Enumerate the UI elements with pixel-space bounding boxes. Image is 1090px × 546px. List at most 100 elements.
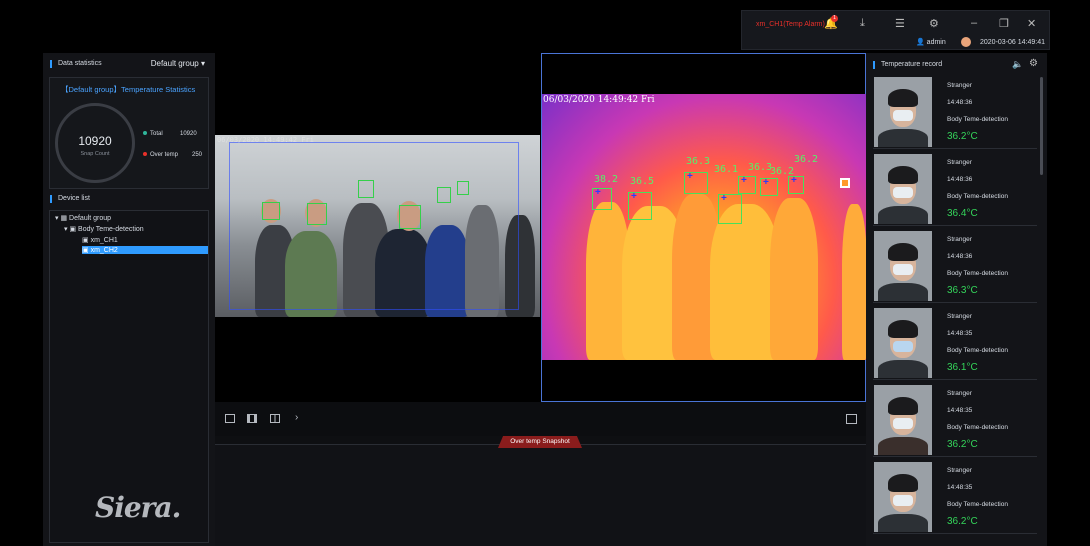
temp-label: 36.2	[794, 154, 819, 165]
camera-feed-visible[interactable]: 06/03/2020 14:49:42 Fri	[215, 135, 540, 317]
tree-node-ch2[interactable]: ▣ xm_CH2	[82, 246, 208, 254]
temperature-record-header: Temperature record 🔈 ⚙	[866, 55, 1038, 75]
gear-icon[interactable]: ⚙	[929, 17, 939, 30]
record-time: 14:48:36	[947, 99, 973, 106]
face-photo	[874, 385, 932, 455]
thermal-box	[738, 175, 756, 194]
over-value: 250	[192, 152, 203, 158]
record-temp: 36.2°C	[947, 131, 978, 142]
record-time: 14:48:35	[947, 484, 973, 491]
camera-feed-thermal[interactable]: 38.2 36.5 36.3 36.1 36.3 36.2 36.2 06/03…	[541, 53, 867, 402]
cam1-timestamp: 06/03/2020 14:49:42 Fri	[217, 136, 314, 144]
temp-label: 36.1	[714, 164, 739, 175]
record-time: 14:48:36	[947, 176, 973, 183]
chevron-right-icon[interactable]: ›	[295, 412, 298, 423]
record-temp: 36.1°C	[947, 362, 978, 373]
snap-count: 10920	[78, 134, 112, 148]
speaker-icon[interactable]: 🔈	[1012, 59, 1023, 70]
group-select[interactable]: Default group ▾	[151, 59, 205, 68]
tree-node-default-group[interactable]: ▾ ▦ Default group	[55, 214, 111, 222]
snap-count-ring: 10920 Snap Count	[55, 103, 135, 183]
username: admin	[926, 39, 946, 46]
face-photo	[874, 231, 932, 301]
layout-4-icon[interactable]	[270, 414, 280, 423]
record-card[interactable]: Stranger 14:48:36 Body Teme-detection 36…	[873, 229, 1037, 303]
thermal-box	[718, 193, 742, 224]
view-controls: ›	[215, 402, 866, 436]
record-name: Stranger	[947, 159, 972, 166]
menu-icon[interactable]: ☰	[895, 17, 905, 30]
data-statistics-header: Data statistics Default group ▾	[43, 54, 215, 74]
record-temp: 36.4°C	[947, 208, 978, 219]
record-type: Body Teme-detection	[947, 424, 1008, 431]
record-temp: 36.2°C	[947, 516, 978, 527]
record-card[interactable]: Stranger 14:48:36 Body Teme-detection 36…	[873, 152, 1037, 226]
thermal-box	[788, 175, 804, 194]
record-type: Body Teme-detection	[947, 501, 1008, 508]
thermal-box	[592, 187, 612, 210]
thermal-box	[760, 177, 778, 196]
scrollbar[interactable]	[1040, 77, 1043, 175]
total-value: 10920	[180, 131, 197, 137]
over-temp-snapshot-panel: Over temp Snapshot	[215, 436, 866, 546]
record-name: Stranger	[947, 313, 972, 320]
record-temp: 36.3°C	[947, 285, 978, 296]
user-account[interactable]: 👤 admin	[916, 38, 946, 46]
record-card[interactable]: Stranger 14:48:35 Body Teme-detection 36…	[873, 306, 1037, 380]
stats-title: 【Default group】Temperature Statistics	[61, 85, 196, 94]
fullscreen-icon[interactable]	[846, 414, 857, 424]
record-temp: 36.2°C	[947, 439, 978, 450]
title-bar: xm_CH1(Temp Alarm) 🔔 1 ⤓ ☰ ⚙ – ❐ ✕ 👤 adm…	[741, 10, 1050, 50]
download-icon[interactable]: ⤓	[860, 17, 865, 30]
record-name: Stranger	[947, 390, 972, 397]
record-card[interactable]: Stranger 14:48:35 Body Teme-detection 36…	[873, 383, 1037, 457]
legend-over-temp: Over temp 250	[143, 152, 202, 158]
legend-total: Total 10920	[143, 131, 197, 137]
siera-logo: Siera.	[95, 491, 181, 524]
temp-alarm-text[interactable]: xm_CH1(Temp Alarm)	[756, 21, 825, 28]
temp-label: 36.5	[630, 176, 655, 187]
gear-icon[interactable]: ⚙	[1029, 58, 1038, 69]
total-label: Total	[150, 131, 163, 137]
detection-region	[229, 142, 519, 310]
snapshot-tab[interactable]: Over temp Snapshot	[498, 436, 582, 448]
roi-marker	[840, 178, 850, 188]
thermal-box	[684, 171, 708, 194]
over-label: Over temp	[150, 152, 179, 158]
record-type: Body Teme-detection	[947, 193, 1008, 200]
section-title: Device list	[58, 195, 90, 202]
temp-label: 36.3	[748, 162, 773, 173]
temperature-record-panel: Temperature record 🔈 ⚙ Stranger 14:48:36…	[866, 53, 1047, 546]
record-type: Body Teme-detection	[947, 347, 1008, 354]
record-time: 14:48:35	[947, 330, 973, 337]
datetime: 2020-03-06 14:49:41	[980, 39, 1045, 46]
record-name: Stranger	[947, 467, 972, 474]
layout-2-icon[interactable]	[247, 414, 257, 423]
layout-1-icon[interactable]	[225, 414, 235, 423]
device-list-header: Device list	[43, 189, 215, 209]
status-avatar	[961, 37, 971, 47]
minimize-icon[interactable]: –	[971, 17, 977, 29]
record-time: 14:48:35	[947, 407, 973, 414]
tree-node-ch1[interactable]: ▣ xm_CH1	[82, 236, 118, 244]
record-time: 14:48:36	[947, 253, 973, 260]
face-photo	[874, 308, 932, 378]
record-name: Stranger	[947, 236, 972, 243]
close-icon[interactable]: ✕	[1027, 17, 1036, 30]
tree-node-body-detection[interactable]: ▾ ▣ Body Teme-detection	[64, 225, 144, 233]
record-type: Body Teme-detection	[947, 116, 1008, 123]
cam2-timestamp: 06/03/2020 14:49:42 Fri	[543, 95, 655, 105]
record-type: Body Teme-detection	[947, 270, 1008, 277]
left-panel: Data statistics Default group ▾ 【Default…	[43, 53, 215, 546]
thermal-box	[628, 191, 652, 220]
face-photo	[874, 77, 932, 147]
section-title: Data statistics	[58, 60, 102, 67]
face-photo	[874, 154, 932, 224]
section-title: Temperature record	[881, 61, 943, 68]
face-photo	[874, 462, 932, 532]
record-card[interactable]: Stranger 14:48:36 Body Teme-detection 36…	[873, 75, 1037, 149]
temp-label: 38.2	[594, 174, 619, 185]
restore-icon[interactable]: ❐	[999, 17, 1009, 30]
temp-label: 36.3	[686, 156, 711, 167]
record-card[interactable]: Stranger 14:48:35 Body Teme-detection 36…	[873, 460, 1037, 534]
